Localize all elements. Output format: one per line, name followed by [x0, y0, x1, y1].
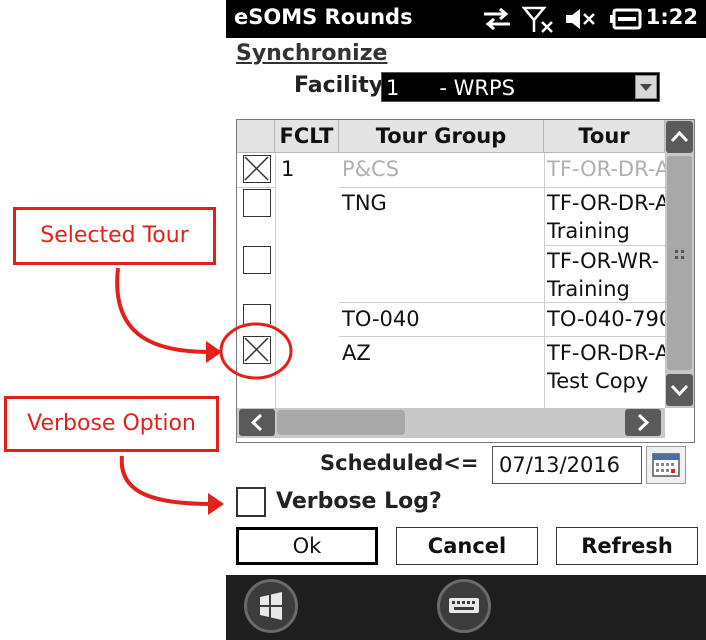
selected-tour-arrow — [115, 267, 211, 354]
verbose-option-arrow — [119, 455, 213, 506]
highlight-circle — [219, 322, 293, 380]
callout-arrows — [115, 267, 293, 515]
verbose-option-arrowhead — [208, 493, 224, 515]
